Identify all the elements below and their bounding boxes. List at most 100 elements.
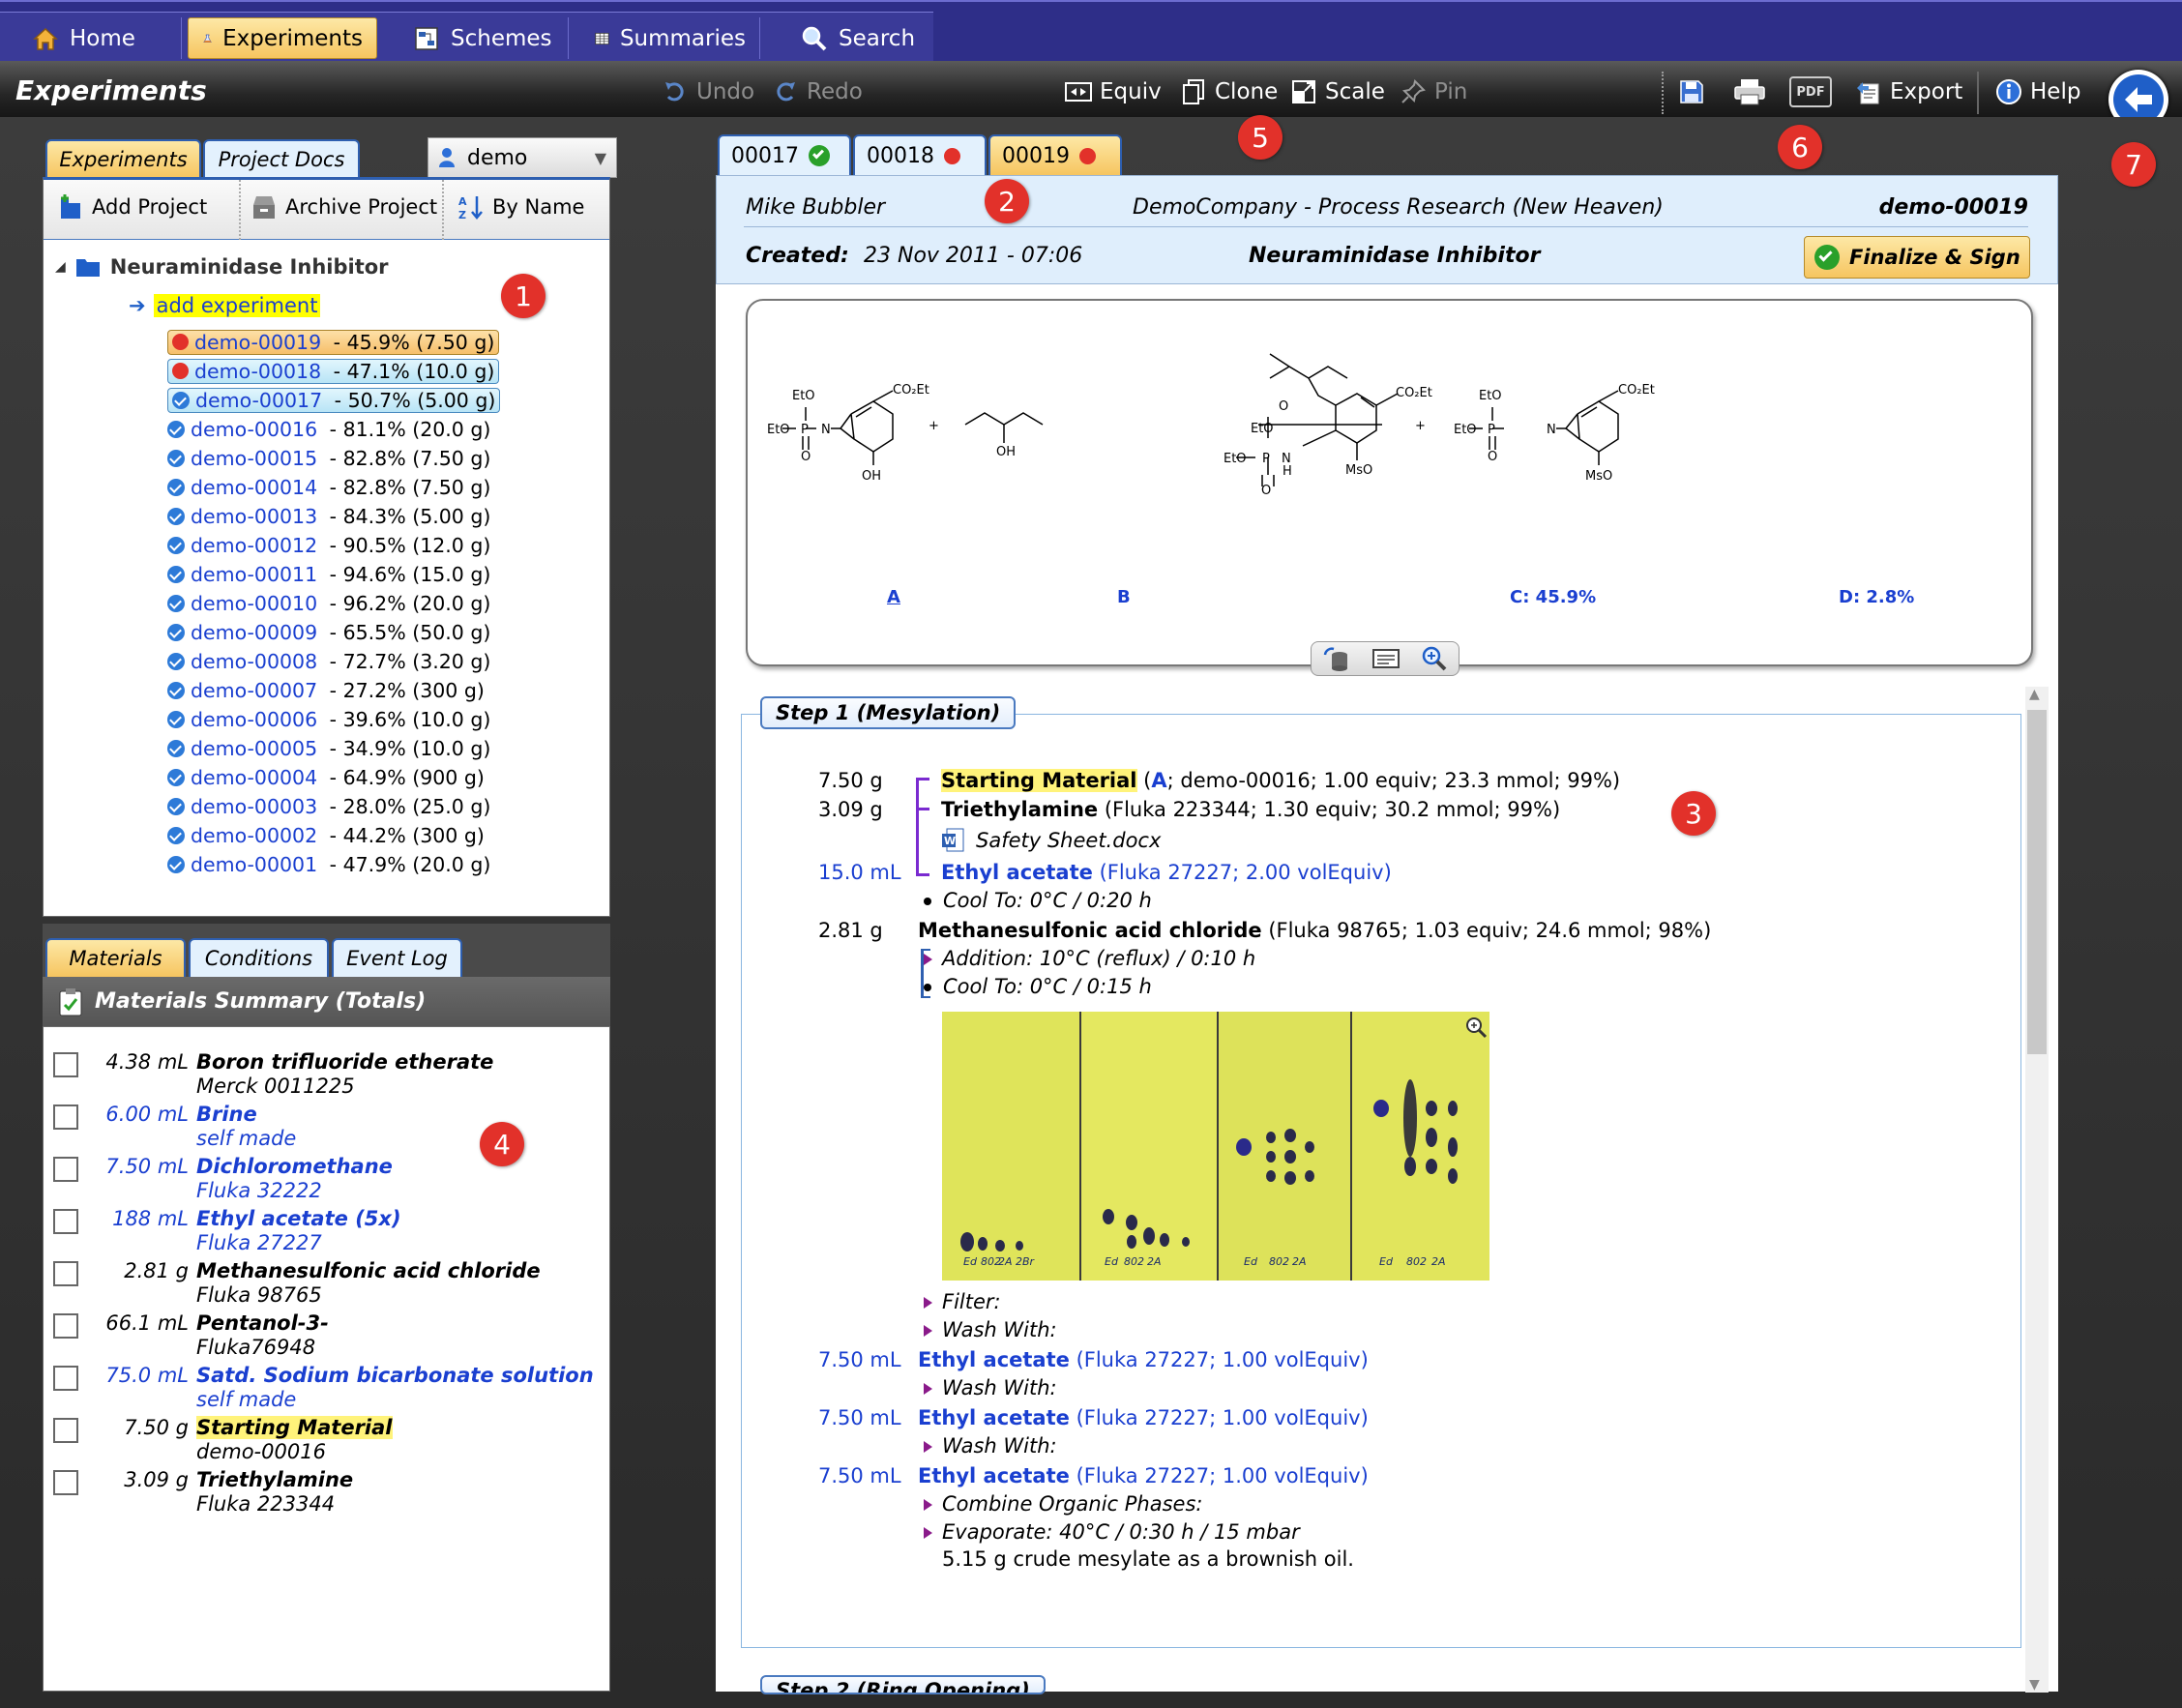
nav-home-tab[interactable]: Home: [17, 17, 182, 59]
material-name[interactable]: Dichloromethane: [196, 1155, 393, 1178]
experiment-list-item[interactable]: demo-00001 - 47.9% (20.0 g): [167, 851, 490, 877]
material-name[interactable]: Boron trifluoride etherate: [196, 1050, 493, 1074]
experiment-list-item[interactable]: demo-00016 - 81.1% (20.0 g): [167, 416, 490, 442]
attached-document[interactable]: W Safety Sheet.docx: [941, 828, 1161, 853]
compound-d-label[interactable]: D: 2.8%: [1839, 587, 1914, 607]
expand-triangle-icon[interactable]: [924, 1499, 932, 1511]
reagent-name[interactable]: Triethylamine: [941, 798, 1098, 821]
expand-triangle-icon[interactable]: [924, 1383, 932, 1395]
equiv-button[interactable]: Equiv: [1065, 75, 1162, 108]
experiment-list-item[interactable]: demo-00006 - 39.6% (10.0 g): [167, 706, 490, 732]
pdf-button[interactable]: PDF: [1789, 75, 1832, 108]
material-name[interactable]: Starting Material: [196, 1416, 393, 1439]
reagent-name[interactable]: Methanesulfonic acid chloride: [918, 919, 1262, 942]
compound-b-label[interactable]: B: [1117, 587, 1131, 607]
user-select[interactable]: demo ▼: [428, 137, 617, 178]
compound-link[interactable]: A: [1151, 769, 1166, 792]
print-button[interactable]: [1733, 75, 1766, 108]
project-node[interactable]: ◢ Neuraminidase Inhibitor: [55, 255, 389, 279]
reagent-name[interactable]: Ethyl acetate: [941, 861, 1093, 884]
experiment-list-item[interactable]: demo-00015 - 82.8% (7.50 g): [167, 445, 490, 471]
experiment-list-item[interactable]: demo-00008 - 72.7% (3.20 g): [167, 648, 490, 674]
pin-button[interactable]: Pin: [1400, 75, 1467, 108]
experiment-list-item[interactable]: demo-00007 - 27.2% (300 g): [167, 677, 485, 703]
experiment-list-item[interactable]: demo-00011 - 94.6% (15.0 g): [167, 561, 490, 587]
scrollbar-thumb[interactable]: [2027, 710, 2047, 1054]
clone-button[interactable]: Clone: [1180, 75, 1278, 108]
expand-triangle-icon[interactable]: [924, 1325, 932, 1337]
material-name[interactable]: Pentanol-3-: [196, 1311, 329, 1335]
nav-summaries-tab[interactable]: Summaries: [580, 17, 760, 59]
reagent-name[interactable]: Ethyl acetate: [918, 1464, 1070, 1487]
experiment-list-item[interactable]: demo-00002 - 44.2% (300 g): [167, 822, 485, 848]
scroll-up-icon[interactable]: ▲: [2029, 687, 2040, 702]
help-button[interactable]: Help: [1995, 75, 2080, 108]
material-name[interactable]: Methanesulfonic acid chloride: [196, 1259, 541, 1282]
experiment-list-item[interactable]: demo-00012 - 90.5% (12.0 g): [167, 532, 490, 558]
material-checkbox[interactable]: [53, 1261, 78, 1286]
scroll-down-icon[interactable]: ▼: [2029, 1677, 2040, 1693]
table-view-icon[interactable]: [1371, 647, 1401, 670]
save-button[interactable]: [1678, 75, 1705, 108]
material-checkbox[interactable]: [53, 1052, 78, 1077]
zoom-icon[interactable]: [1421, 645, 1448, 672]
finalize-sign-button[interactable]: Finalize & Sign: [1804, 236, 2030, 279]
material-name[interactable]: Brine: [196, 1103, 257, 1126]
zoom-icon[interactable]: [1464, 1016, 1488, 1044]
tab-experiment-00018[interactable]: 00018: [853, 134, 987, 175]
material-name[interactable]: Ethyl acetate (5x): [196, 1207, 401, 1230]
expand-triangle-icon[interactable]: [924, 1297, 932, 1309]
material-name[interactable]: Satd. Sodium bicarbonate solution: [196, 1364, 594, 1387]
material-checkbox[interactable]: [53, 1104, 78, 1130]
add-project-button[interactable]: Add Project: [57, 193, 207, 221]
compound-a-label[interactable]: A: [887, 587, 900, 607]
collapse-triangle-icon[interactable]: ◢: [55, 259, 66, 275]
material-checkbox[interactable]: [53, 1209, 78, 1234]
nav-schemes-tab[interactable]: Schemes: [398, 17, 569, 59]
undo-button[interactable]: Undo: [662, 75, 754, 108]
experiment-list-item[interactable]: demo-00009 - 65.5% (50.0 g): [167, 619, 490, 645]
compound-c-label[interactable]: C: 45.9%: [1510, 587, 1596, 607]
experiment-list-item[interactable]: demo-00019 - 45.9% (7.50 g): [167, 329, 500, 355]
step-1-title[interactable]: Step 1 (Mesylation): [760, 696, 1017, 729]
expand-triangle-icon[interactable]: [924, 954, 932, 965]
experiment-list-item[interactable]: demo-00014 - 82.8% (7.50 g): [167, 474, 490, 500]
tlc-plate-image[interactable]: Ed 802 2A 2Br Ed 802 2A Ed 802 2A Ed 802 2A: [942, 1012, 1489, 1281]
reagent-name[interactable]: Ethyl acetate: [918, 1406, 1070, 1429]
nav-experiments-tab[interactable]: Experiments: [188, 17, 377, 59]
experiment-list-item[interactable]: demo-00004 - 64.9% (900 g): [167, 764, 485, 790]
reagent-name[interactable]: Starting Material: [941, 769, 1137, 792]
tab-experiment-00017[interactable]: 00017: [718, 134, 851, 175]
experiment-list-item[interactable]: demo-00003 - 28.0% (25.0 g): [167, 793, 490, 819]
expand-triangle-icon[interactable]: [924, 1441, 932, 1453]
archive-project-button[interactable]: Archive Project: [239, 193, 437, 221]
expand-triangle-icon[interactable]: [924, 1527, 932, 1539]
material-checkbox[interactable]: [53, 1366, 78, 1391]
material-checkbox[interactable]: [53, 1313, 78, 1339]
material-checkbox[interactable]: [53, 1418, 78, 1443]
experiment-list-item[interactable]: demo-00010 - 96.2% (20.0 g): [167, 590, 490, 616]
material-checkbox[interactable]: [53, 1157, 78, 1182]
scale-button[interactable]: Scale: [1290, 75, 1385, 108]
tab-project-docs[interactable]: Project Docs: [203, 139, 360, 178]
export-button[interactable]: Export: [1855, 75, 1962, 108]
tab-event-log[interactable]: Event Log: [332, 938, 462, 977]
experiment-list-item[interactable]: demo-00017 - 50.7% (5.00 g): [167, 387, 501, 413]
experiment-list-item[interactable]: demo-00005 - 34.9% (10.0 g): [167, 735, 490, 761]
redo-button[interactable]: Redo: [772, 75, 863, 108]
material-checkbox[interactable]: [53, 1470, 78, 1495]
tab-experiment-00019[interactable]: 00019: [988, 134, 1122, 175]
sort-by-name-button[interactable]: AZ By Name: [457, 193, 584, 221]
nav-search-tab[interactable]: Search: [786, 17, 931, 59]
database-refresh-icon[interactable]: [1322, 645, 1351, 672]
step-2-title[interactable]: Step 2 (Ring Opening): [760, 1675, 1046, 1694]
tab-conditions[interactable]: Conditions: [189, 938, 329, 977]
tab-experiments[interactable]: Experiments: [45, 139, 201, 178]
tab-materials[interactable]: Materials: [45, 938, 186, 977]
reagent-name[interactable]: Ethyl acetate: [918, 1348, 1070, 1371]
experiment-list-item[interactable]: demo-00013 - 84.3% (5.00 g): [167, 503, 490, 529]
add-experiment-link[interactable]: ➔ add experiment: [129, 294, 321, 317]
experiment-list-item[interactable]: demo-00018 - 47.1% (10.0 g): [167, 358, 500, 384]
scrollbar[interactable]: ▲ ▼: [2025, 687, 2049, 1693]
material-name[interactable]: Triethylamine: [196, 1468, 353, 1491]
